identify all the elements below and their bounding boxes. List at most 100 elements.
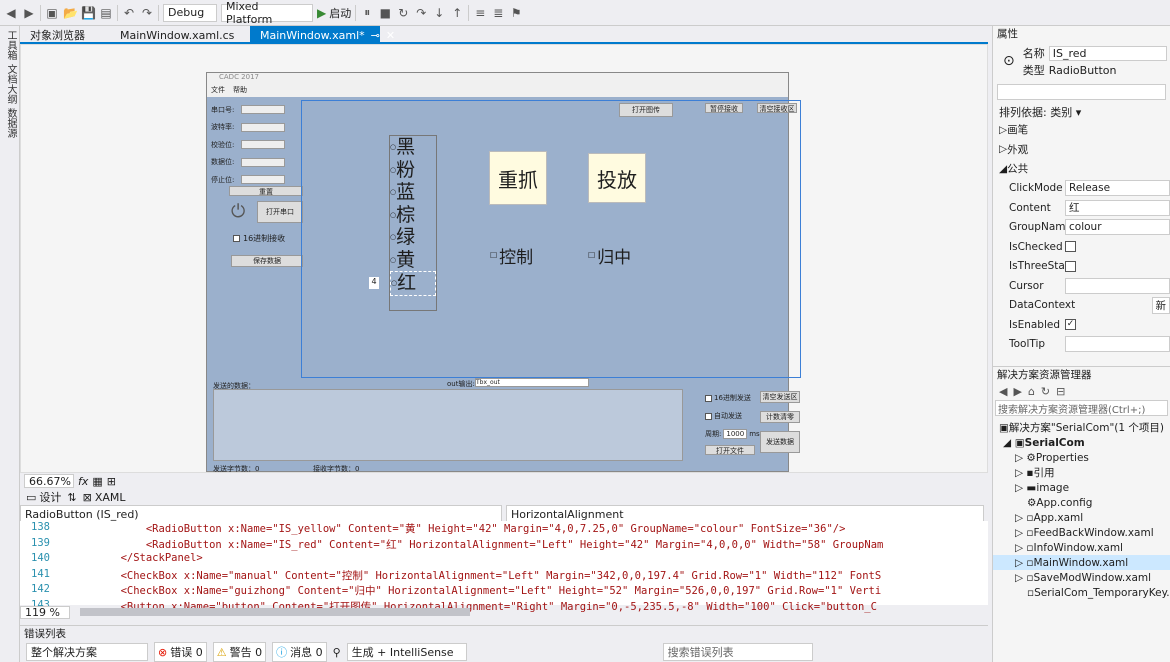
stop-icon[interactable]: ■ xyxy=(378,6,392,20)
radio-blue[interactable]: ○ 蓝 xyxy=(390,181,436,204)
tab-object-browser[interactable]: 对象浏览器 xyxy=(20,26,110,44)
tree-item[interactable]: ▷ ▫ FeedBackWindow.xaml xyxy=(993,525,1170,540)
tree-item[interactable]: ▷ ▪ 引用 xyxy=(993,465,1170,480)
warnings-filter[interactable]: ⚠ 警告 0 xyxy=(212,642,267,662)
new-project-icon[interactable]: ▣ xyxy=(45,6,59,20)
port-combo[interactable] xyxy=(241,105,285,115)
databits-combo[interactable] xyxy=(241,157,285,167)
error-search-input[interactable]: 搜索错误列表 xyxy=(662,643,813,661)
document-outline-tab[interactable]: 文档大纲 xyxy=(3,64,18,104)
pause-recv-button[interactable]: 暂停接收 xyxy=(705,103,743,113)
open-icon[interactable]: 📂 xyxy=(63,6,78,20)
tree-item[interactable]: ▷ ▫ SaveModWindow.xaml xyxy=(993,570,1170,585)
swap-panes-icon[interactable]: ⇅ xyxy=(67,491,76,504)
snap-icon[interactable]: ⊞ xyxy=(107,475,116,488)
bookmark-icon[interactable]: ⚑ xyxy=(509,6,523,20)
tree-item[interactable]: ▷ ⚙ Properties xyxy=(993,450,1170,465)
parity-combo[interactable] xyxy=(241,140,285,150)
save-all-icon[interactable]: ▤ xyxy=(99,6,113,20)
radio-brown[interactable]: ○ 棕 xyxy=(390,204,436,227)
xaml-code-editor[interactable]: 138 <RadioButton x:Name="IS_yellow" Cont… xyxy=(20,521,988,613)
auto-send-checkbox[interactable]: 自动发送 xyxy=(705,411,742,421)
close-icon[interactable]: ✕ xyxy=(386,29,395,42)
step-out-icon[interactable]: ↑ xyxy=(450,6,464,20)
menu-file[interactable]: 文件 xyxy=(211,85,225,97)
back-icon[interactable]: ◀ xyxy=(4,6,18,20)
tab-mainwindow-cs[interactable]: MainWindow.xaml.cs xyxy=(110,26,250,44)
tree-item[interactable]: ▷ ▫ InfoWindow.xaml xyxy=(993,540,1170,555)
forward-icon[interactable]: ▶ xyxy=(1013,385,1021,398)
sort-dropdown[interactable]: 排列依据: 类别 ▾ xyxy=(993,104,1170,120)
tree-item[interactable]: ⚙ App.config xyxy=(993,495,1170,510)
control-checkbox[interactable]: ☐ 控制 xyxy=(490,243,533,268)
redo-icon[interactable]: ↷ xyxy=(140,6,154,20)
grab-button[interactable]: 重抓 xyxy=(489,151,547,205)
property-search-input[interactable] xyxy=(997,84,1166,100)
reset-button[interactable]: 重置 xyxy=(229,186,303,196)
horizontal-scrollbar[interactable] xyxy=(80,608,470,616)
category-brush[interactable]: ▷ 画笔 xyxy=(993,120,1170,140)
send-button[interactable]: 发送数据 xyxy=(760,431,800,453)
save-data-button[interactable]: 保存数据 xyxy=(231,255,303,267)
clear-recv-button[interactable]: 清空接收区 xyxy=(757,103,797,113)
period-input[interactable]: 1000 xyxy=(723,429,748,439)
stopbits-combo[interactable] xyxy=(241,175,285,185)
open-port-button[interactable]: 打开串口 xyxy=(257,201,303,223)
hex-send-checkbox[interactable]: 16进制发送 xyxy=(705,393,751,403)
radio-red[interactable]: ○ 红 xyxy=(390,271,436,296)
prop-value[interactable] xyxy=(1065,336,1170,353)
new-button[interactable]: 新 xyxy=(1151,296,1170,314)
prop-checkbox[interactable]: ✓ xyxy=(1065,319,1076,331)
code-zoom-dropdown[interactable]: 119 % xyxy=(20,605,70,619)
undo-icon[interactable]: ↶ xyxy=(122,6,136,20)
category-common[interactable]: ◢ 公共 xyxy=(993,159,1170,179)
radio-yellow[interactable]: ○ 黄 xyxy=(390,249,436,272)
category-appearance[interactable]: ▷ 外观 xyxy=(993,140,1170,160)
messages-filter[interactable]: ⓘ 消息 0 xyxy=(272,642,327,662)
open-file-button[interactable]: 打开文件 xyxy=(705,445,755,455)
designed-window[interactable]: CADC 2017 文件 帮助 串口号: 波特率: 校验位: 数据位: 停止位:… xyxy=(206,72,801,473)
count-clear-button[interactable]: 计数清零 xyxy=(760,411,800,423)
fx-icon[interactable]: fx xyxy=(78,475,88,488)
baud-combo[interactable] xyxy=(241,122,285,132)
tab-mainwindow-xaml[interactable]: MainWindow.xaml* ⊸ ✕ xyxy=(250,26,395,44)
name-input[interactable]: IS_red xyxy=(1048,45,1167,61)
data-sources-tab[interactable]: 数据源 xyxy=(3,108,18,138)
clear-send-button[interactable]: 清空发送区 xyxy=(760,391,800,403)
prop-value[interactable]: 红 xyxy=(1065,199,1170,216)
tree-item[interactable]: ▷ ▬ image xyxy=(993,480,1170,495)
prop-value[interactable]: Release xyxy=(1065,180,1170,197)
radio-black[interactable]: ○ 黑 xyxy=(390,136,436,159)
xaml-view-tab[interactable]: ⊠ XAML xyxy=(83,491,126,504)
build-dropdown[interactable]: 生成 + IntelliSense xyxy=(346,643,467,661)
send-textbox[interactable] xyxy=(213,389,683,461)
center-checkbox[interactable]: ☐ 归中 xyxy=(588,243,631,268)
project-node[interactable]: ◢ ▣ SerialCom xyxy=(993,435,1170,450)
grid-icon[interactable]: ▦ xyxy=(92,475,102,488)
filter-icon[interactable]: ⚲ xyxy=(333,646,341,659)
collapse-all-icon[interactable]: ⊟ xyxy=(1056,385,1065,398)
step-into-icon[interactable]: ↓ xyxy=(432,6,446,20)
hex-recv-checkbox[interactable]: 16进制接收 xyxy=(233,233,285,244)
uncomment-icon[interactable]: ≣ xyxy=(491,6,505,20)
restart-icon[interactable]: ↻ xyxy=(396,6,410,20)
prop-value[interactable]: colour xyxy=(1065,219,1170,236)
start-button[interactable]: ▶ 启动 xyxy=(317,5,351,21)
margin-adorner[interactable]: 4 xyxy=(369,277,379,289)
step-over-icon[interactable]: ↷ xyxy=(414,6,428,20)
toolbox-tab[interactable]: 工具箱 xyxy=(3,30,18,60)
prop-checkbox[interactable] xyxy=(1065,260,1076,272)
solution-search-input[interactable]: 搜索解决方案资源管理器(Ctrl+;) xyxy=(995,400,1168,416)
zoom-dropdown[interactable]: 66.67% xyxy=(24,474,74,488)
radio-pink[interactable]: ○ 粉 xyxy=(390,159,436,182)
prop-checkbox[interactable] xyxy=(1065,241,1076,253)
config-dropdown[interactable]: Debug xyxy=(163,3,217,22)
menu-help[interactable]: 帮助 xyxy=(233,85,247,97)
design-view-tab[interactable]: ▭ 设计 xyxy=(26,489,61,505)
open-img-button[interactable]: 打开图传 xyxy=(619,103,673,117)
comment-icon[interactable]: ≡ xyxy=(473,6,487,20)
tree-item[interactable]: ▷ ▫ App.xaml xyxy=(993,510,1170,525)
xaml-designer[interactable]: CADC 2017 文件 帮助 串口号: 波特率: 校验位: 数据位: 停止位:… xyxy=(20,44,988,473)
save-icon[interactable]: 💾 xyxy=(81,6,96,20)
errors-filter[interactable]: ⊗ 错误 0 xyxy=(154,642,207,662)
